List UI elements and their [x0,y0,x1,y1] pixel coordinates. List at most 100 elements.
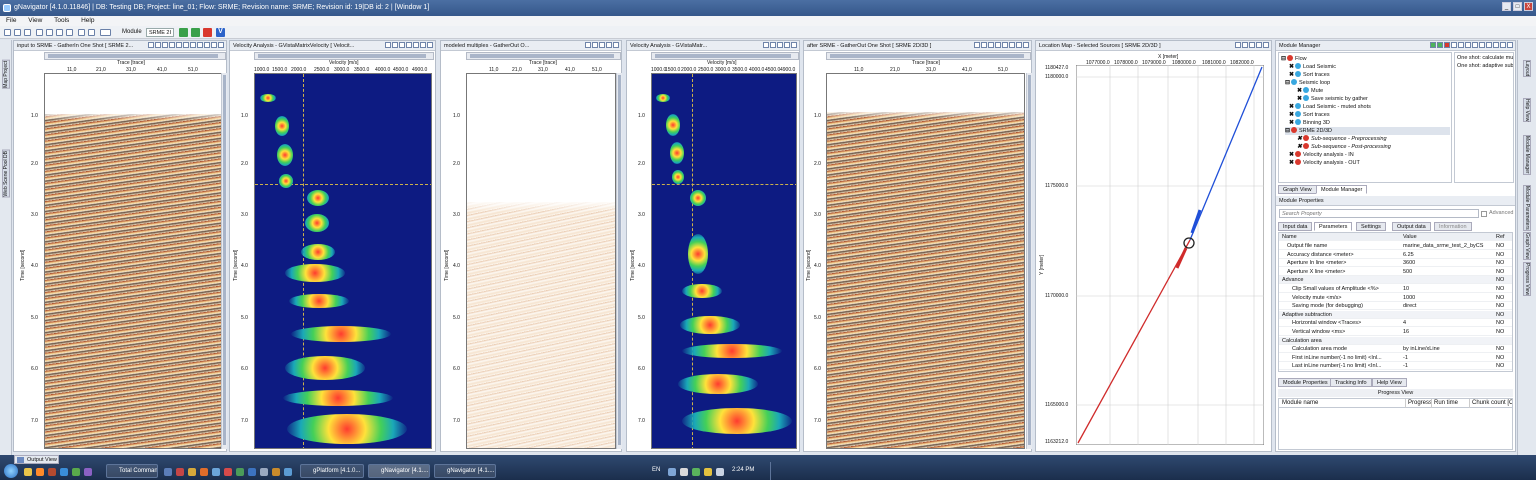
tool-icon[interactable] [995,42,1001,48]
tool-icon[interactable] [1465,42,1471,48]
parameter-value[interactable]: 3600 [1403,259,1493,267]
tool-icon[interactable] [606,42,612,48]
tool-icon[interactable] [1235,42,1241,48]
tree-item-module[interactable]: ✖ Save seismic by gather [1297,95,1368,103]
task-gnavigator-active[interactable]: gNavigator [4.1.... [368,464,430,478]
parameter-value[interactable]: -1 [1403,362,1493,370]
tool-icon[interactable] [1472,42,1478,48]
tool-icon[interactable] [1486,42,1492,48]
app-icon[interactable] [284,468,292,476]
tab-parameters[interactable]: Parameters [1314,222,1353,231]
tool-icon[interactable] [211,42,217,48]
parameter-row[interactable]: Vertical window <ms> 16 NO [1279,328,1512,336]
v-icon[interactable]: V [216,28,225,37]
tab-input-data[interactable]: Input data [1278,222,1313,231]
tree-item-module[interactable]: ✖ Sort traces [1289,111,1330,119]
column-header-ref[interactable]: Ref [1496,233,1505,241]
parameter-row[interactable]: Advance NO [1279,276,1512,285]
app-icon[interactable] [200,468,208,476]
task-gnavigator[interactable]: gNavigator [4.1.... [434,464,496,478]
tool-icon[interactable] [399,42,405,48]
tool-icon[interactable] [197,42,203,48]
tree-item-module[interactable]: ✖ Binning 3D [1289,119,1330,127]
parameter-value[interactable]: 500 [1403,268,1493,276]
tab-settings[interactable]: Settings [1356,222,1386,231]
tool-icon[interactable] [406,42,412,48]
module-manager-tab[interactable]: Module Manager [1523,135,1531,175]
parameter-row[interactable]: Output file name marine_data_srme_test_2_… [1279,242,1512,250]
tray-icon[interactable] [692,468,700,476]
search-property-input[interactable] [1279,209,1479,218]
app-icon[interactable] [72,468,80,476]
tool-icon[interactable] [204,42,210,48]
tool-icon[interactable] [1500,42,1506,48]
tree-item-module[interactable]: ✖ Mute [1297,87,1323,95]
tool-icon[interactable] [1016,42,1022,48]
tool-icon[interactable] [176,42,182,48]
tool-icon[interactable] [1009,42,1015,48]
layout-dropdown-icon[interactable] [100,29,111,36]
tool-icon[interactable] [784,42,790,48]
velocity-semblance-plot[interactable] [254,73,432,449]
new-icon[interactable] [4,29,11,36]
window-icon[interactable] [66,29,73,36]
parameter-value[interactable]: by inLine/xLine [1403,345,1493,353]
tool-icon[interactable] [777,42,783,48]
tree-item-flow[interactable]: ⊟ Flow [1281,55,1307,63]
location-map-canvas[interactable] [1076,65,1264,445]
tool-icon[interactable] [613,42,619,48]
tool-icon[interactable] [1493,42,1499,48]
layout-icon[interactable] [88,29,95,36]
tool-icon[interactable] [385,42,391,48]
app-icon[interactable] [224,468,232,476]
maximize-button[interactable]: □ [1513,2,1522,11]
tree-item-module[interactable]: ✖ Velocity analysis - IN [1289,151,1354,159]
parameter-row[interactable]: Aperture In line <meter> 3600 NO [1279,259,1512,268]
tool-icon[interactable] [974,42,980,48]
app-icon[interactable] [212,468,220,476]
tree-item-subsequence[interactable]: ✖ Sub-sequence - Post-processing [1297,143,1391,151]
window-icon[interactable] [46,29,53,36]
open-icon[interactable] [14,29,21,36]
velocity-semblance-plot[interactable] [651,73,797,449]
graph-view-tab[interactable]: Graph View [1523,232,1531,261]
seismic-output-plot[interactable] [826,73,1025,449]
seismic-multiples-plot[interactable] [466,73,616,449]
tool-icon[interactable] [162,42,168,48]
network-icon[interactable] [716,468,724,476]
parameter-value[interactable]: 1000 [1403,294,1493,302]
module-parameters-tab[interactable]: Module Parameters [1523,185,1531,231]
tool-icon[interactable] [981,42,987,48]
module-select[interactable]: SRME 2I [146,28,174,37]
app-icon[interactable] [164,468,172,476]
tool-icon[interactable] [427,42,433,48]
tool-icon[interactable] [585,42,591,48]
app-icon[interactable] [84,468,92,476]
media-icon[interactable] [48,468,56,476]
tab-information[interactable]: Information [1434,222,1472,231]
tool-icon[interactable] [1002,42,1008,48]
column-header-runtime[interactable]: Run time [1431,399,1458,408]
layout-icon[interactable] [78,29,85,36]
web-scene-pool-tab[interactable]: Web Scene Pool DB [2,150,10,198]
tool-icon[interactable] [763,42,769,48]
tab-module-manager[interactable]: Module Manager [1316,185,1368,194]
show-desktop-button[interactable] [770,462,778,480]
horizontal-range-slider[interactable] [44,52,226,60]
stop-icon[interactable] [203,28,212,37]
parameter-value[interactable]: marine_data_srme_test_2_byCS [1403,242,1493,250]
tool-icon[interactable] [1023,42,1029,48]
parameter-value[interactable]: -1 [1403,354,1493,362]
tool-icon[interactable] [770,42,776,48]
language-indicator[interactable]: EN [652,467,660,473]
run-all-icon[interactable] [191,28,200,37]
tree-item-subsequence[interactable]: ✖ Sub-sequence - Preprocessing [1297,135,1387,143]
app-icon[interactable] [248,468,256,476]
tree-item-module[interactable]: ✖ Load Seismic - muted shots [1289,103,1371,111]
parameter-row[interactable]: Adaptive subtraction NO [1279,310,1512,319]
vertical-scrollbar[interactable] [221,73,227,449]
parameter-row[interactable]: Velocity mute <m/s> 1000 NO [1279,294,1512,302]
tab-tracking-info[interactable]: Tracking Info [1330,378,1372,387]
window-icon[interactable] [56,29,63,36]
tool-icon[interactable] [190,42,196,48]
